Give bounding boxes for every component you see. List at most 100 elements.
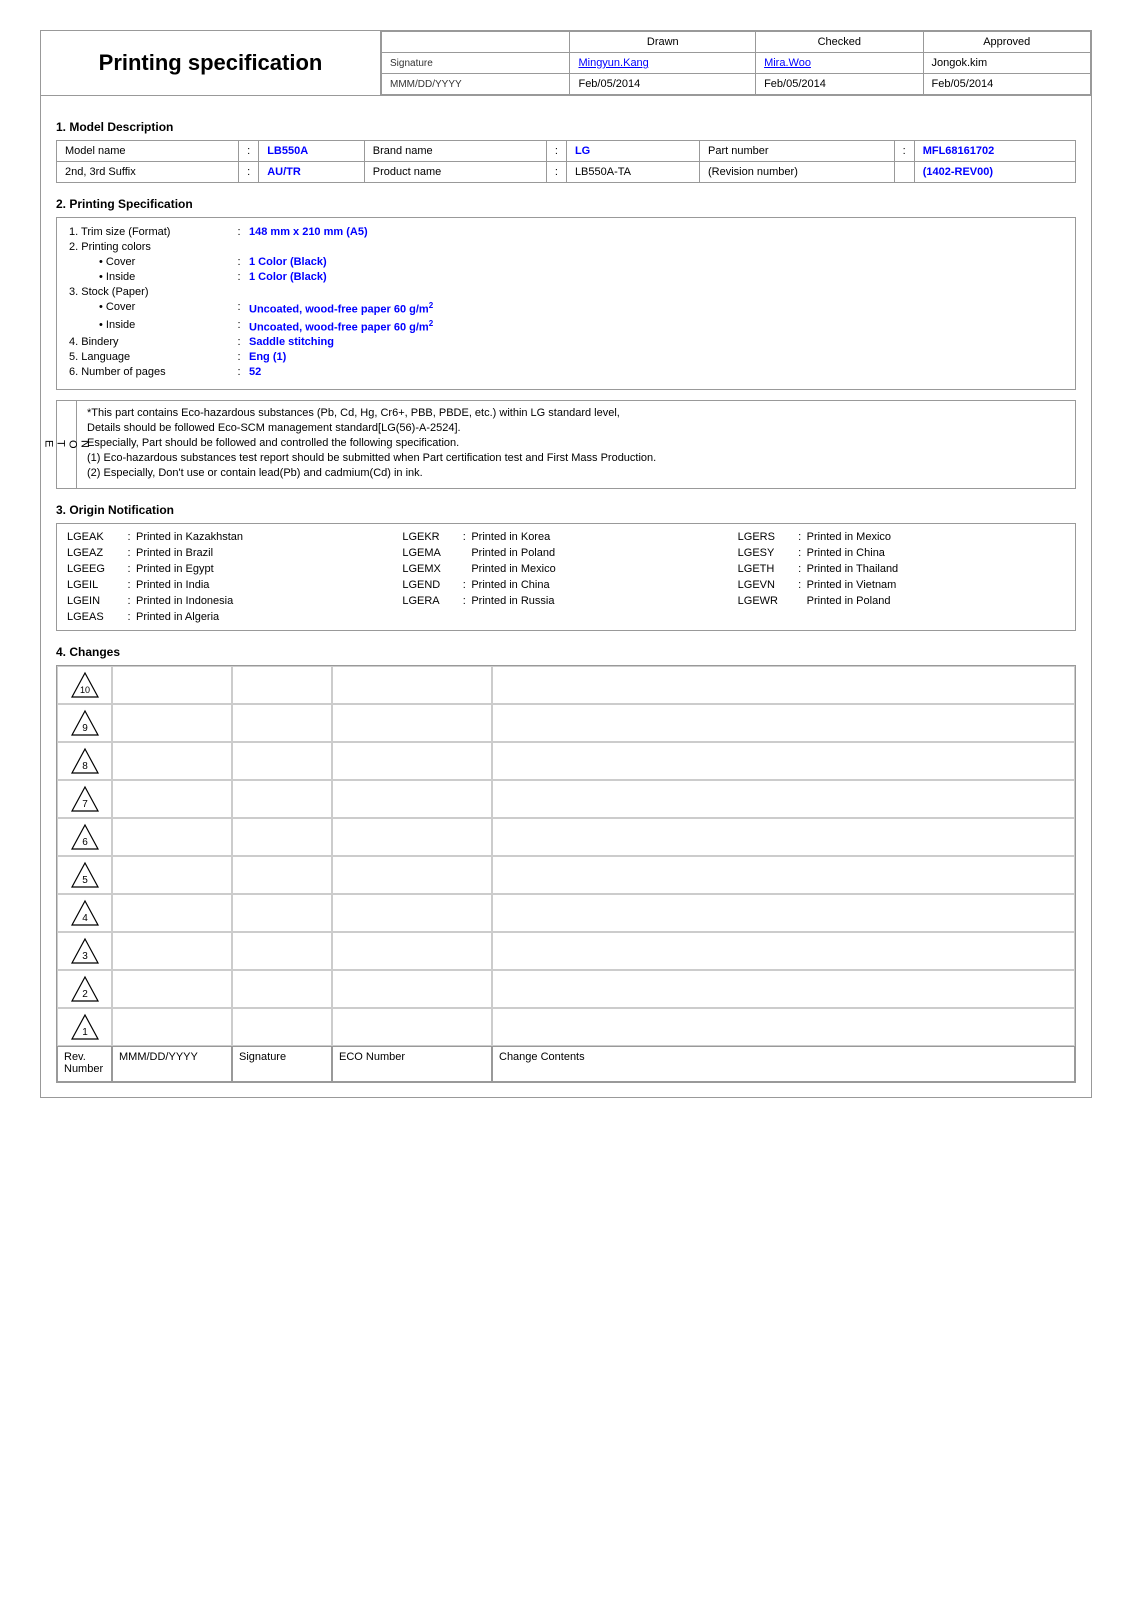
approval-approved-header: Approved [923, 32, 1090, 53]
change-date-9 [112, 704, 232, 742]
change-date-5 [112, 856, 232, 894]
change-date-2 [112, 970, 232, 1008]
cover-stock-value: Uncoated, wood-free paper 60 g/m2 [249, 301, 433, 316]
change-eco-6 [332, 818, 492, 856]
suffix-colon: : [239, 162, 259, 183]
section3-title: 3. Origin Notification [56, 503, 1076, 517]
drawn-date: Feb/05/2014 [570, 74, 756, 95]
svg-text:3: 3 [82, 951, 88, 962]
lgemx-code: LGEMX [402, 563, 457, 575]
change-sig-7 [232, 780, 332, 818]
model-name-colon: : [239, 141, 259, 162]
change-date-1 [112, 1008, 232, 1046]
brand-name-label: Brand name [364, 141, 546, 162]
drawn-name: Mingyun.Kang [570, 53, 756, 74]
approval-checked-header: Checked [756, 32, 923, 53]
change-eco-5 [332, 856, 492, 894]
lgera-colon: : [457, 595, 471, 607]
title-box: Printing specification [41, 31, 381, 95]
lgers-desc: Printed in Mexico [807, 531, 891, 543]
language-colon: : [229, 351, 249, 363]
change-rev-4: 4 [57, 894, 112, 932]
change-rev-5: 5 [57, 856, 112, 894]
change-rev-1: 1 [57, 1008, 112, 1046]
lgeaz-desc: Printed in Brazil [136, 547, 213, 559]
revision-value: (1402-REV00) [914, 162, 1075, 183]
lgeth-desc: Printed in Thailand [807, 563, 899, 575]
rev-9-triangle: 9 [70, 709, 100, 737]
change-sig-5 [232, 856, 332, 894]
part-number-colon: : [894, 141, 914, 162]
rev-3-triangle: 3 [70, 937, 100, 965]
change-sig-3 [232, 932, 332, 970]
product-name-colon: : [546, 162, 566, 183]
lgemx-desc: Printed in Mexico [471, 563, 555, 575]
pages-value: 52 [249, 366, 261, 378]
changes-footer-col1: Rev. Number [57, 1046, 112, 1082]
inside-colon: : [229, 271, 249, 283]
spec-stock-row: 3. Stock (Paper) [69, 286, 1063, 298]
lgevn-desc: Printed in Vietnam [807, 579, 897, 591]
spec-language-label: 5. Language [69, 351, 229, 363]
model-row-2: 2nd, 3rd Suffix : AU/TR Product name : L… [57, 162, 1076, 183]
cover-bullet: • Cover [99, 256, 229, 268]
section2-title: 2. Printing Specification [56, 197, 1076, 211]
change-rev-6: 6 [57, 818, 112, 856]
rev-10-triangle: 10 [70, 671, 100, 699]
origin-box: LGEAK : Printed in Kazakhstan LGEKR : Pr… [56, 523, 1076, 631]
lgera-code: LGERA [402, 595, 457, 607]
change-rev-8: 8 [57, 742, 112, 780]
signature-label: Signature [382, 53, 570, 74]
change-sig-8 [232, 742, 332, 780]
inside-bullet: • Inside [99, 271, 229, 283]
spec-trim-num-label: 1. Trim size (Format) [69, 226, 229, 238]
change-rev-7: 7 [57, 780, 112, 818]
approved-date: Feb/05/2014 [923, 74, 1090, 95]
change-sig-1 [232, 1008, 332, 1046]
lgema-desc: Printed in Poland [471, 547, 555, 559]
note-line-1: *This part contains Eco-hazardous substa… [87, 407, 1065, 419]
change-rev-10: 10 [57, 666, 112, 704]
lgeth-colon: : [793, 563, 807, 575]
change-eco-4 [332, 894, 492, 932]
origin-lgeak: LGEAK : Printed in Kazakhstan [63, 530, 398, 544]
change-eco-10 [332, 666, 492, 704]
change-sig-4 [232, 894, 332, 932]
lgein-desc: Printed in Indonesia [136, 595, 233, 607]
change-content-6 [492, 818, 1075, 856]
changes-footer-col2: MMM/DD/YYYY [112, 1046, 232, 1082]
lgera-desc: Printed in Russia [471, 595, 554, 607]
lgekr-code: LGEKR [402, 531, 457, 543]
lgeth-code: LGETH [738, 563, 793, 575]
pages-colon: : [229, 366, 249, 378]
note-line-5: (2) Especially, Don't use or contain lea… [87, 467, 1065, 479]
revision-colon [894, 162, 914, 183]
inside-stock-colon: : [229, 319, 249, 334]
model-row-1: Model name : LB550A Brand name : LG Part… [57, 141, 1076, 162]
origin-lgesy: LGESY : Printed in China [734, 546, 1069, 560]
main-content: 1. Model Description Model name : LB550A… [41, 96, 1091, 1097]
model-name-value: LB550A [259, 141, 365, 162]
model-name-label: Model name [57, 141, 239, 162]
approval-empty [382, 32, 570, 53]
change-sig-6 [232, 818, 332, 856]
lgesy-code: LGESY [738, 547, 793, 559]
spec-cover-stock: • Cover : Uncoated, wood-free paper 60 g… [99, 301, 1063, 316]
change-content-2 [492, 970, 1075, 1008]
note-line-3: Especially, Part should be followed and … [87, 437, 1065, 449]
change-eco-1 [332, 1008, 492, 1046]
change-content-9 [492, 704, 1075, 742]
origin-lgera: LGERA : Printed in Russia [398, 594, 733, 608]
origin-lgeeg: LGEEG : Printed in Egypt [63, 562, 398, 576]
lgemx-colon [457, 563, 471, 575]
lgeil-colon: : [122, 579, 136, 591]
change-content-7 [492, 780, 1075, 818]
origin-lgein: LGEIN : Printed in Indonesia [63, 594, 398, 608]
origin-grid: LGEAK : Printed in Kazakhstan LGEKR : Pr… [63, 530, 1069, 624]
origin-lgewr: LGEWR Printed in Poland [734, 594, 1069, 608]
product-name-value: LB550A-TA [566, 162, 699, 183]
checked-name: Mira.Woo [756, 53, 923, 74]
lgeaz-colon: : [122, 547, 136, 559]
change-eco-8 [332, 742, 492, 780]
part-number-value: MFL68161702 [914, 141, 1075, 162]
